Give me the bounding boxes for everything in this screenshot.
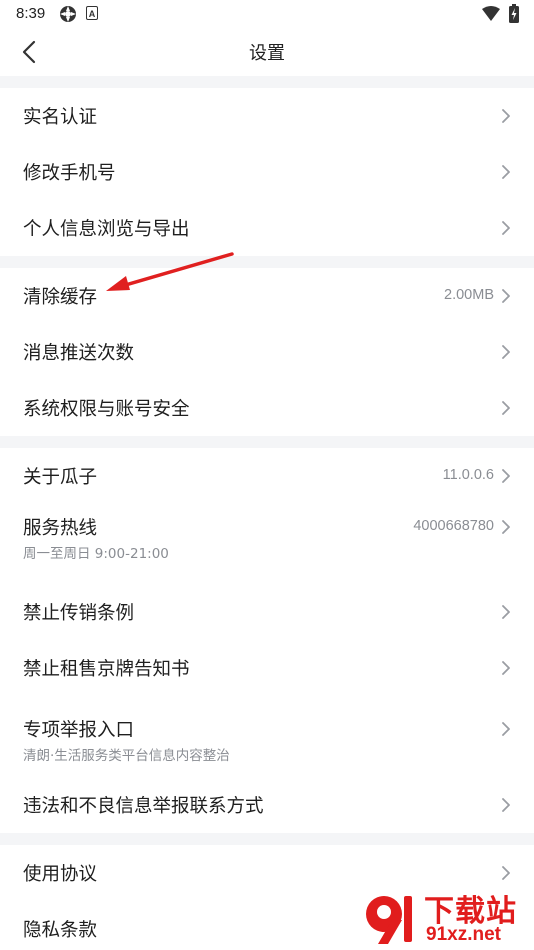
settings-item-label: 违法和不良信息举报联系方式 <box>23 796 264 817</box>
settings-item-special-report[interactable]: 专项举报入口 清朗·生活服务类平台信息内容整治 <box>0 706 534 772</box>
settings-item-sublabel: 周一至周日 9:00-21:00 <box>23 546 169 562</box>
chevron-right-icon <box>502 221 510 235</box>
status-bar: 8:39 A <box>0 0 534 28</box>
chevron-right-icon <box>502 469 510 483</box>
chevron-right-icon <box>502 722 510 736</box>
settings-item-clear-cache[interactable]: 清除缓存 2.00MB <box>0 268 534 324</box>
settings-item-push-count[interactable]: 消息推送次数 <box>0 324 534 380</box>
settings-item-label: 系统权限与账号安全 <box>23 399 190 420</box>
settings-item-personal-info[interactable]: 个人信息浏览与导出 <box>0 200 534 256</box>
hotline-number-value: 4000668780 <box>413 518 494 534</box>
chevron-right-icon <box>502 605 510 619</box>
settings-item-label: 关于瓜子 <box>23 467 98 488</box>
settings-item-label: 消息推送次数 <box>23 343 135 364</box>
chevron-right-icon <box>502 661 510 675</box>
watermark-url: 91xz.net <box>426 924 501 945</box>
section-divider <box>0 76 534 88</box>
settings-item-label: 隐私条款 <box>23 920 98 941</box>
settings-item-illegal-report[interactable]: 违法和不良信息举报联系方式 <box>0 777 534 833</box>
settings-item-real-name[interactable]: 实名认证 <box>0 88 534 144</box>
chevron-right-icon <box>502 401 510 415</box>
settings-item-label: 专项举报入口 <box>23 720 135 741</box>
settings-item-label: 修改手机号 <box>23 163 116 184</box>
sync-icon <box>60 6 76 22</box>
settings-item-about[interactable]: 关于瓜子 11.0.0.6 <box>0 448 534 504</box>
chevron-right-icon <box>502 289 510 303</box>
app-version-value: 11.0.0.6 <box>442 467 494 483</box>
cache-size-value: 2.00MB <box>444 287 494 303</box>
page-title: 设置 <box>249 43 285 64</box>
settings-item-permissions-security[interactable]: 系统权限与账号安全 <box>0 380 534 436</box>
chevron-right-icon <box>502 165 510 179</box>
chevron-right-icon <box>502 866 510 880</box>
settings-item-plate-notice[interactable]: 禁止租售京牌告知书 <box>0 640 534 696</box>
settings-item-label: 使用协议 <box>23 864 98 885</box>
settings-item-anti-pyramid[interactable]: 禁止传销条例 <box>0 584 534 640</box>
chevron-right-icon <box>502 109 510 123</box>
settings-item-label: 实名认证 <box>23 107 98 128</box>
battery-charging-icon <box>509 4 519 23</box>
settings-item-label: 个人信息浏览与导出 <box>23 219 190 240</box>
settings-item-sublabel: 清朗·生活服务类平台信息内容整治 <box>23 748 230 764</box>
watermark: 下载站 91xz.net <box>362 886 532 948</box>
watermark-logo-icon <box>366 896 412 944</box>
settings-item-change-phone[interactable]: 修改手机号 <box>0 144 534 200</box>
settings-item-label: 清除缓存 <box>23 287 98 308</box>
settings-item-label: 服务热线 <box>23 518 98 539</box>
status-time: 8:39 <box>16 5 46 22</box>
section-divider <box>0 256 534 268</box>
settings-item-label: 禁止传销条例 <box>23 603 135 624</box>
chevron-right-icon <box>502 345 510 359</box>
chevron-right-icon <box>502 520 510 534</box>
nav-bar: 设置 <box>0 28 534 76</box>
wifi-icon <box>482 6 500 21</box>
chevron-right-icon <box>502 798 510 812</box>
a-badge-icon: A <box>86 6 98 20</box>
settings-item-hotline[interactable]: 服务热线 周一至周日 9:00-21:00 4000668780 <box>0 504 534 570</box>
section-divider <box>0 833 534 845</box>
settings-item-label: 禁止租售京牌告知书 <box>23 659 190 680</box>
section-divider <box>0 436 534 448</box>
